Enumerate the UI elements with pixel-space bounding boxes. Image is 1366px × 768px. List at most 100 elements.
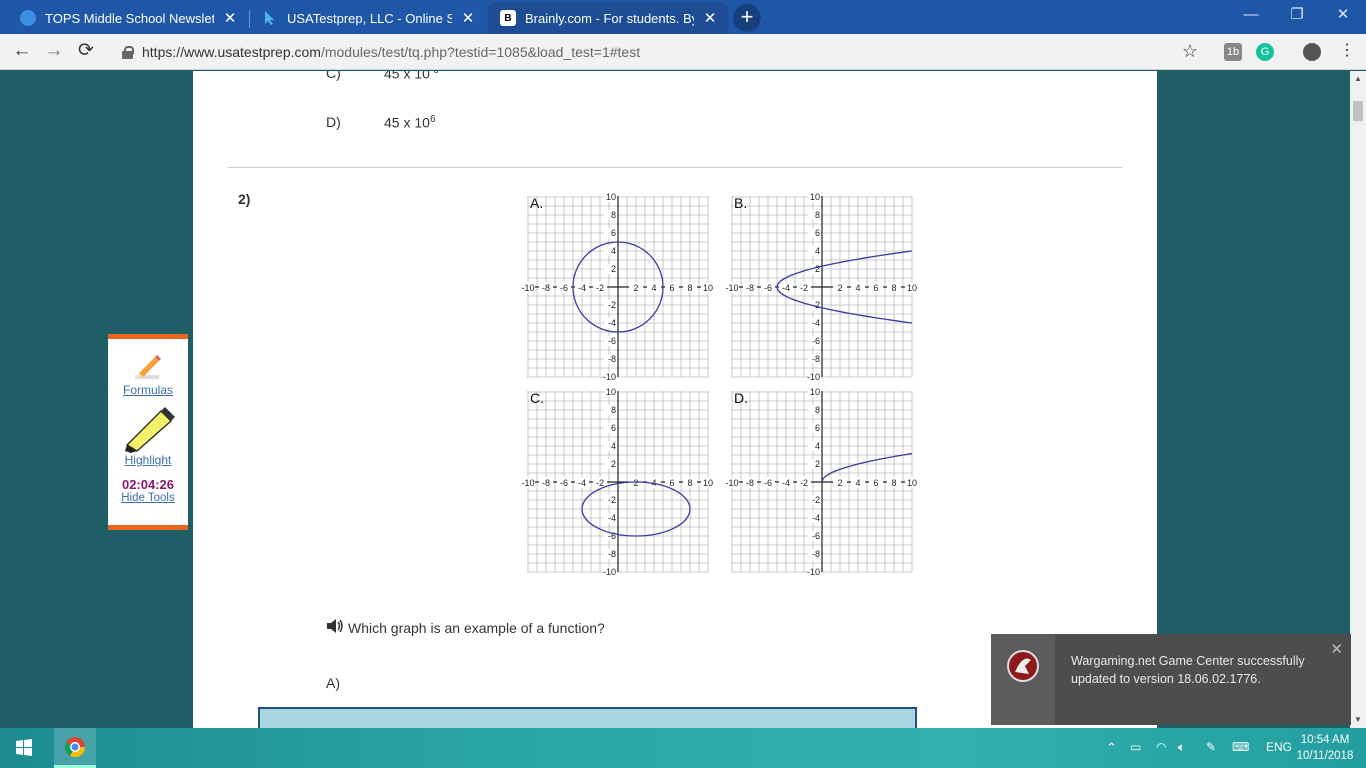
x-tick-label: -2 [800, 478, 808, 488]
clock-time: 10:54 AM [1300, 734, 1350, 746]
y-tick-label: -4 [812, 513, 820, 523]
y-tick-label: -2 [608, 300, 616, 310]
back-arrow-icon[interactable]: ← [10, 40, 34, 64]
battery-icon[interactable]: ▭ [1130, 740, 1141, 754]
tab-title: TOPS Middle School Newsletter [45, 10, 214, 26]
question-number: 2) [238, 191, 251, 207]
x-tick-label: 10 [907, 283, 917, 293]
keyboard-icon[interactable]: ⌨ [1232, 740, 1249, 754]
language-indicator[interactable]: ENG [1266, 740, 1292, 754]
x-tick-label: 2 [633, 283, 638, 293]
chrome-taskbar-icon[interactable] [54, 728, 96, 768]
answer-option-a[interactable]: A) [326, 675, 340, 691]
test-timer: 02:04:26 [121, 477, 175, 492]
x-tick-label: 8 [891, 283, 896, 293]
new-tab-button[interactable]: + [733, 4, 761, 32]
graph-label: B. [734, 195, 747, 211]
prev-answer-c[interactable]: C) 45 x 10-6 [326, 71, 439, 82]
x-tick-label: 6 [873, 283, 878, 293]
y-tick-label: -8 [812, 549, 820, 559]
tab-usatestprep[interactable]: USATestprep, LLC - Online State-S ✕ [250, 2, 486, 34]
y-tick-label: 10 [810, 192, 820, 202]
formulas-link[interactable]: Formulas [108, 383, 188, 397]
y-tick-label: 8 [815, 405, 820, 415]
grammarly-icon[interactable]: G [1256, 43, 1274, 61]
x-tick-label: -8 [746, 283, 754, 293]
x-tick-label: -4 [782, 478, 790, 488]
graph-panel: -10 -8 -6 -4 -2 2 4 6 8 10 10 8 6 4 2 -2 -4 -6 -8 -10 D. [725, 387, 917, 577]
notification-toast[interactable]: Wargaming.net Game Center successfully u… [991, 634, 1351, 725]
page-scrollbar[interactable]: ▲ ▼ [1350, 71, 1366, 728]
graph-panel: -10 -8 -6 -4 -2 2 4 6 8 10 10 8 6 4 2 -2 -4 -6 -8 -10 A. [521, 192, 715, 382]
browser-toolbar: ← → ⟳ https://www.usatestprep.com/module… [0, 34, 1366, 70]
minimize-icon[interactable]: — [1228, 4, 1274, 28]
x-tick-label: 10 [703, 283, 713, 293]
y-tick-label: 6 [815, 423, 820, 433]
forward-arrow-icon[interactable]: → [42, 40, 66, 64]
windows-start-icon[interactable] [0, 728, 48, 768]
toast-icon-column [991, 634, 1055, 725]
y-tick-label: 10 [810, 387, 820, 397]
scroll-down-icon[interactable]: ▼ [1350, 712, 1366, 728]
y-tick-label: 4 [815, 246, 820, 256]
x-tick-label: -6 [560, 283, 568, 293]
x-tick-label: 10 [703, 478, 713, 488]
taskbar-clock[interactable]: 10:54 AM 10/11/2018 [1294, 732, 1356, 764]
close-tab-icon[interactable]: ✕ [460, 9, 476, 27]
y-tick-label: 4 [611, 441, 616, 451]
question-text-row: Which graph is an example of a function? [326, 619, 605, 636]
extension-1b-icon[interactable]: 1b [1224, 43, 1242, 61]
graph-label: C. [530, 390, 544, 406]
test-page: C) 45 x 10-6 D) 45 x 106 2) -10 -8 -6 -4 -2 2… [193, 71, 1157, 728]
y-tick-label: -10 [603, 372, 616, 382]
volume-icon[interactable]: 🔈︎ [1178, 740, 1185, 755]
close-tab-icon[interactable]: ✕ [222, 9, 238, 27]
hide-tools-link[interactable]: Hide Tools [108, 492, 188, 504]
scroll-thumb[interactable] [1353, 101, 1363, 121]
answer-value: 45 x 10-6 [384, 71, 439, 82]
x-tick-label: 2 [837, 478, 842, 488]
highlight-link[interactable]: Highlight [108, 453, 188, 467]
pen-icon[interactable]: ✎ [1206, 740, 1216, 754]
bookmark-star-icon[interactable]: ☆ [1178, 40, 1202, 64]
x-tick-label: -8 [542, 283, 550, 293]
y-tick-label: 10 [606, 387, 616, 397]
tab-brainly[interactable]: B Brainly.com - For students. By stu ✕ [488, 2, 728, 34]
prev-answer-d[interactable]: D) 45 x 106 [326, 114, 436, 131]
graph-panel: -10 -8 -6 -4 -2 2 4 6 8 10108642-2-4-6-8-10B. [725, 192, 917, 382]
y-tick-label: -4 [608, 318, 616, 328]
x-tick-label: 4 [855, 478, 860, 488]
tab-tops-newsletter[interactable]: TOPS Middle School Newsletter ✕ [8, 2, 248, 34]
maximize-icon[interactable]: ❐ [1274, 4, 1320, 28]
y-tick-label: 2 [815, 459, 820, 469]
cursor-icon [262, 10, 278, 26]
x-tick-label: -2 [800, 283, 808, 293]
wifi-icon[interactable]: ◠ [1156, 740, 1166, 754]
x-tick-label: 6 [669, 478, 674, 488]
x-tick-label: 4 [855, 283, 860, 293]
y-tick-label: 10 [606, 192, 616, 202]
menu-kebab-icon[interactable]: ⋮ [1335, 40, 1359, 64]
tray-chevron-up-icon[interactable]: ⌃ [1106, 740, 1117, 756]
scroll-up-icon[interactable]: ▲ [1350, 71, 1366, 87]
answer-value: 45 x 106 [384, 114, 436, 131]
close-window-icon[interactable]: ✕ [1320, 4, 1366, 28]
y-tick-label: -8 [812, 354, 820, 364]
answer-option-b[interactable]: B) [258, 707, 917, 728]
y-tick-label: -6 [608, 336, 616, 346]
profile-avatar[interactable] [1303, 43, 1321, 61]
speaker-icon[interactable] [326, 619, 344, 636]
graph-label: A. [530, 195, 543, 211]
pencil-icon[interactable] [131, 349, 165, 383]
x-tick-label: -10 [521, 478, 534, 488]
question-text: Which graph is an example of a function? [348, 619, 605, 636]
toast-close-icon[interactable]: ✕ [1330, 640, 1343, 658]
y-tick-label: -8 [608, 354, 616, 364]
address-bar[interactable]: https://www.usatestprep.com/modules/test… [112, 38, 1212, 66]
close-tab-icon[interactable]: ✕ [702, 9, 718, 27]
function-graphs-figure: -10 -8 -6 -4 -2 2 4 6 8 10108642-2-4-6-8-10A.-10-… [521, 192, 917, 577]
highlighter-icon[interactable] [121, 405, 175, 453]
y-tick-label: -4 [608, 513, 616, 523]
x-tick-label: 2 [633, 478, 638, 488]
reload-icon[interactable]: ⟳ [74, 40, 98, 64]
